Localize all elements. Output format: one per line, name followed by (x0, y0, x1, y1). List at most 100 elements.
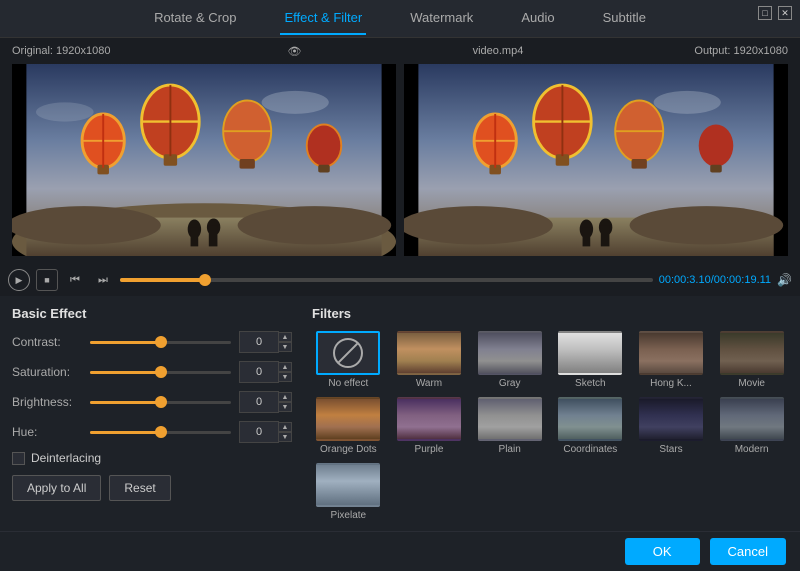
play-button[interactable]: ▶ (8, 269, 30, 291)
hue-down[interactable]: ▼ (278, 432, 292, 442)
filter-modern[interactable]: Modern (715, 397, 788, 455)
tab-subtitle[interactable]: Subtitle (599, 2, 650, 35)
tab-audio[interactable]: Audio (517, 2, 558, 35)
deinterlacing-checkbox[interactable] (12, 452, 25, 465)
action-buttons: Apply to All Reset (12, 475, 292, 501)
hue-label: Hue: (12, 425, 82, 439)
filter-plain[interactable]: Plain (473, 397, 546, 455)
video-area (0, 64, 800, 264)
filter-label-warm: Warm (416, 378, 442, 389)
basic-effect-title: Basic Effect (12, 306, 292, 321)
tab-rotate-crop[interactable]: Rotate & Crop (150, 2, 240, 35)
timeline-thumb[interactable] (199, 274, 211, 286)
filter-thumb-stars (639, 397, 703, 441)
tab-watermark[interactable]: Watermark (406, 2, 477, 35)
stop-button[interactable]: ■ (36, 269, 58, 291)
reset-button[interactable]: Reset (109, 475, 170, 501)
contrast-row: Contrast: 0 ▲ ▼ (12, 331, 292, 353)
filter-gray[interactable]: Gray (473, 331, 546, 389)
saturation-value: 0 (239, 361, 279, 383)
brightness-value: 0 (239, 391, 279, 413)
ok-button[interactable]: OK (625, 538, 700, 565)
filter-label-purple: Purple (415, 444, 444, 455)
eye-icon[interactable]: 👁 (288, 45, 302, 58)
filter-thumb-gray (478, 331, 542, 375)
basic-effect-panel: Basic Effect Contrast: 0 ▲ ▼ Saturation: (12, 306, 292, 521)
saturation-row: Saturation: 0 ▲ ▼ (12, 361, 292, 383)
filter-thumb-hongkong (639, 331, 703, 375)
filter-label-gray: Gray (499, 378, 521, 389)
output-resolution: Output: 1920x1080 (694, 45, 788, 57)
brightness-row: Brightness: 0 ▲ ▼ (12, 391, 292, 413)
prev-frame-button[interactable]: ⏮ (64, 269, 86, 291)
filter-label-movie: Movie (738, 378, 765, 389)
filter-movie[interactable]: Movie (715, 331, 788, 389)
contrast-label: Contrast: (12, 335, 82, 349)
left-video-preview (12, 64, 396, 256)
filter-coordinates[interactable]: Coordinates (554, 397, 627, 455)
close-button[interactable]: ✕ (778, 6, 792, 20)
hue-value: 0 (239, 421, 279, 443)
contrast-value: 0 (239, 331, 279, 353)
hue-up[interactable]: ▲ (278, 422, 292, 432)
apply-to-all-button[interactable]: Apply to All (12, 475, 101, 501)
contrast-down[interactable]: ▼ (278, 342, 292, 352)
bottom-action-bar: OK Cancel (0, 531, 800, 571)
brightness-down[interactable]: ▼ (278, 402, 292, 412)
cancel-button[interactable]: Cancel (710, 538, 786, 565)
deinterlacing-label: Deinterlacing (31, 451, 101, 465)
filter-label-pixelate: Pixelate (331, 510, 367, 521)
filter-label-plain: Plain (499, 444, 521, 455)
filename: video.mp4 (473, 45, 524, 57)
filter-thumb-coordinates (558, 397, 622, 441)
filter-label-hongkong: Hong K... (650, 378, 692, 389)
contrast-slider[interactable] (90, 335, 231, 349)
controls-bar: ▶ ■ ⏮ ⏭ 00:00:3.10/00:00:19.11 🔊 (0, 264, 800, 296)
filter-thumb-pixelate (316, 463, 380, 507)
brightness-up[interactable]: ▲ (278, 392, 292, 402)
filters-title: Filters (312, 306, 788, 321)
filter-label-stars: Stars (659, 444, 682, 455)
filter-thumb-purple (397, 397, 461, 441)
filter-thumb-modern (720, 397, 784, 441)
filter-stars[interactable]: Stars (635, 397, 708, 455)
saturation-slider[interactable] (90, 365, 231, 379)
right-video-preview (404, 64, 788, 256)
hue-slider[interactable] (90, 425, 231, 439)
brightness-slider[interactable] (90, 395, 231, 409)
minimize-button[interactable]: □ (758, 6, 772, 20)
filter-warm[interactable]: Warm (393, 331, 466, 389)
filter-thumb-plain (478, 397, 542, 441)
saturation-down[interactable]: ▼ (278, 372, 292, 382)
title-bar: □ ✕ (750, 0, 800, 26)
filter-purple[interactable]: Purple (393, 397, 466, 455)
filter-sketch[interactable]: Sketch (554, 331, 627, 389)
timeline-track[interactable] (120, 278, 653, 282)
filter-no-effect[interactable]: No effect (312, 331, 385, 389)
bottom-panel: Basic Effect Contrast: 0 ▲ ▼ Saturation: (0, 296, 800, 531)
filter-label-sketch: Sketch (575, 378, 606, 389)
filter-thumb-no-effect (316, 331, 380, 375)
tab-effect-filter[interactable]: Effect & Filter (280, 2, 366, 35)
volume-icon[interactable]: 🔊 (777, 273, 792, 287)
filter-label-no-effect: No effect (328, 378, 368, 389)
time-display: 00:00:3.10/00:00:19.11 (659, 274, 771, 286)
filter-hongkong[interactable]: Hong K... (635, 331, 708, 389)
video-info-bar: Original: 1920x1080 👁 video.mp4 Output: … (0, 38, 800, 64)
filter-thumb-sketch (558, 331, 622, 375)
filter-label-orange-dots: Orange Dots (320, 444, 377, 455)
tab-bar: Rotate & Crop Effect & Filter Watermark … (0, 0, 800, 38)
filter-label-coordinates: Coordinates (563, 444, 617, 455)
hue-row: Hue: 0 ▲ ▼ (12, 421, 292, 443)
timeline-fill (120, 278, 205, 282)
next-frame-button[interactable]: ⏭ (92, 269, 114, 291)
filters-panel: Filters No effect Warm Gray (312, 306, 788, 521)
saturation-up[interactable]: ▲ (278, 362, 292, 372)
contrast-up[interactable]: ▲ (278, 332, 292, 342)
filter-thumb-movie (720, 331, 784, 375)
filter-thumb-orange-dots (316, 397, 380, 441)
filter-thumb-warm (397, 331, 461, 375)
filter-pixelate[interactable]: Pixelate (312, 463, 385, 521)
brightness-label: Brightness: (12, 395, 82, 409)
filter-orange-dots[interactable]: Orange Dots (312, 397, 385, 455)
